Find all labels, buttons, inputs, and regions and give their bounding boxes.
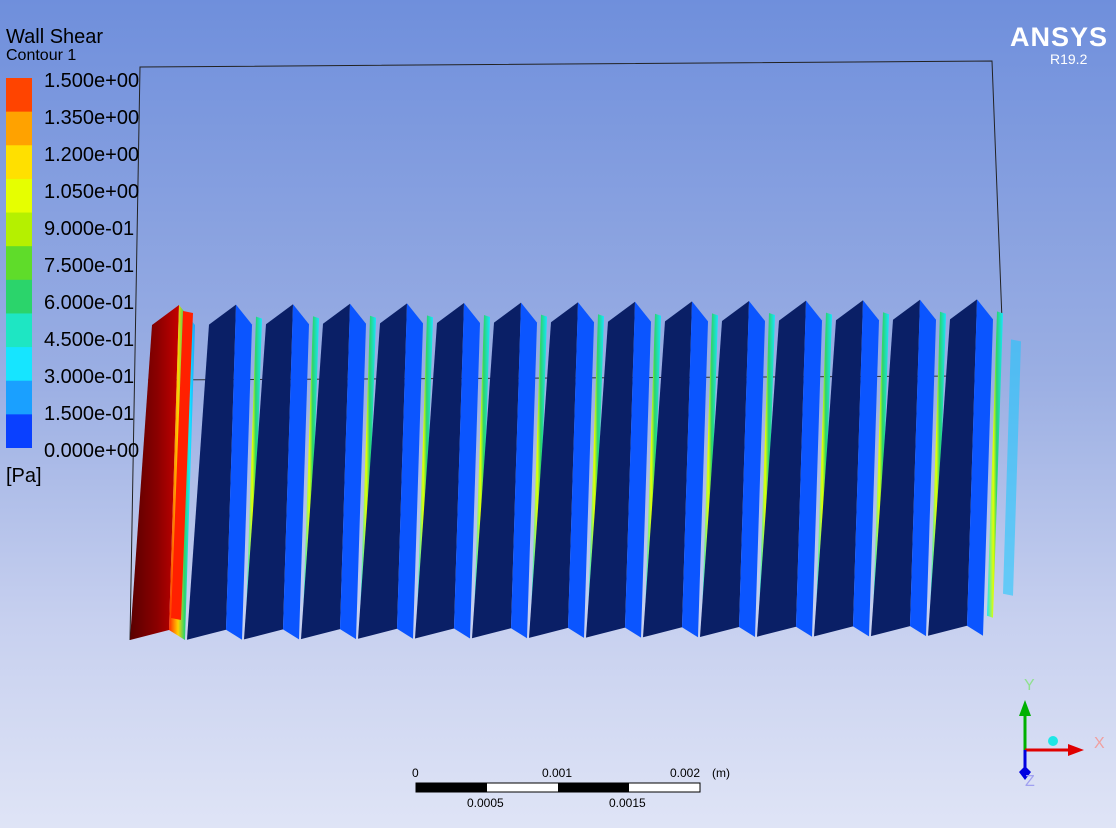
legend-label: 4.500e-01 xyxy=(44,329,135,351)
color-bar-segment xyxy=(6,380,32,415)
triad-z-label: Z xyxy=(1025,773,1035,790)
legend-label: 1.200e+00 xyxy=(44,144,140,166)
color-bar-segment xyxy=(6,246,32,281)
scale-label-0.0015: 0.0015 xyxy=(609,796,646,810)
scale-unit: (m) xyxy=(712,766,730,780)
triad-x-label: X xyxy=(1094,735,1105,752)
scale-label-0.001: 0.001 xyxy=(542,766,573,780)
legend-subtitle: Contour 1 xyxy=(6,47,77,64)
fold-cyan-band xyxy=(1003,339,1021,596)
color-bar-segment xyxy=(6,178,32,214)
legend-label: 0.000e+00 xyxy=(44,440,140,462)
legend-label: 1.500e-01 xyxy=(44,403,135,425)
legend-label: 6.000e-01 xyxy=(44,292,135,314)
color-bar-segment xyxy=(6,414,32,448)
color-bar-segment xyxy=(6,279,32,314)
legend-label: 1.050e+00 xyxy=(44,181,140,203)
color-bar-segment xyxy=(6,313,32,348)
legend-label: 1.500e+00 xyxy=(44,70,140,92)
legend-title: Wall Shear xyxy=(6,26,104,48)
scale-label-0.002: 0.002 xyxy=(670,766,701,780)
color-bar xyxy=(6,78,32,448)
color-bar-segment xyxy=(6,111,32,146)
legend-units: [Pa] xyxy=(6,465,42,487)
ansys-logo: ANSYS xyxy=(1010,22,1109,52)
color-bar-segment xyxy=(6,78,32,113)
color-bar-segment xyxy=(6,347,32,382)
color-bar-segment xyxy=(6,145,32,180)
legend-label: 9.000e-01 xyxy=(44,218,135,240)
scale-label-0.0005: 0.0005 xyxy=(467,796,504,810)
color-bar-segment xyxy=(6,212,32,247)
legend-label: 7.500e-01 xyxy=(44,255,135,277)
legend-label: 3.000e-01 xyxy=(44,366,135,388)
fin-geometry xyxy=(130,299,1021,640)
triad-y-label: Y xyxy=(1024,677,1035,694)
scale-label-0: 0 xyxy=(412,766,419,780)
model-view[interactable] xyxy=(0,0,1116,828)
graphics-viewport[interactable]: Wall Shear Contour 1 1.500e+00 1.350e+00 1… xyxy=(0,0,1116,828)
legend-label: 1.350e+00 xyxy=(44,107,140,129)
version-label: R19.2 xyxy=(1050,51,1088,67)
